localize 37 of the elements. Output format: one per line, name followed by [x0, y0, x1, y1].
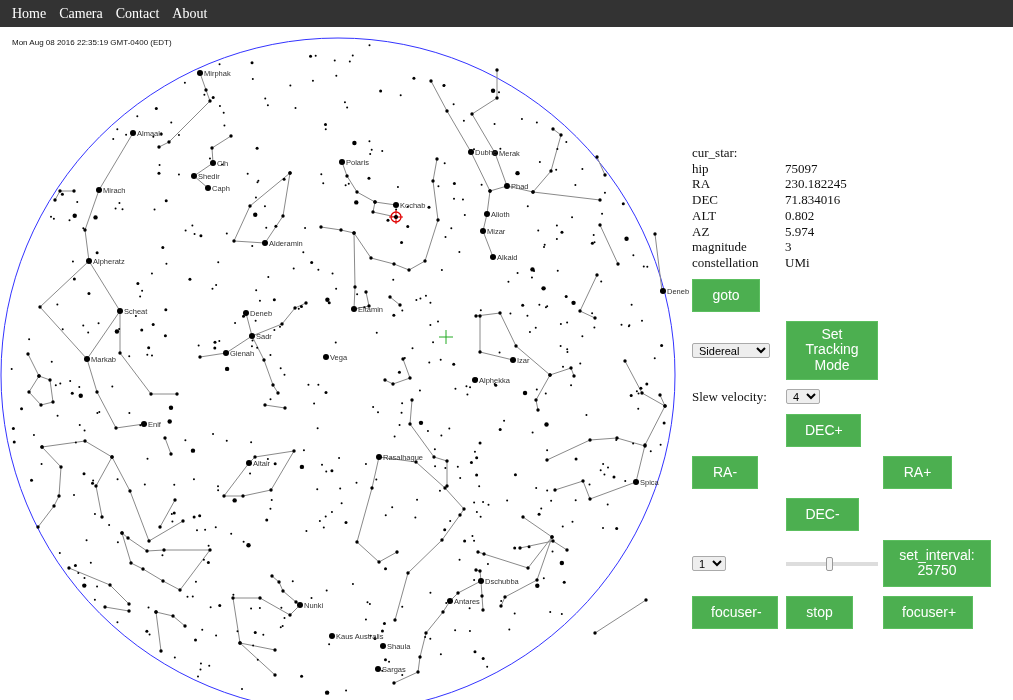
- info-value: 5.974: [785, 223, 816, 240]
- info-label: ALT: [692, 207, 718, 224]
- focus-step-select[interactable]: 1: [692, 555, 726, 571]
- info-heading: cur_star:: [692, 145, 739, 161]
- focuser-button[interactable]: focuser+: [883, 595, 973, 629]
- crosshair-icon: [438, 329, 454, 345]
- info-value: 3: [785, 239, 793, 255]
- info-label: DEC: [692, 192, 719, 208]
- ra-plus-button[interactable]: RA+: [883, 455, 952, 489]
- focuser-button[interactable]: focuser-: [692, 595, 778, 629]
- info-value: 230.182245: [785, 176, 848, 193]
- timestamp: Mon Aug 08 2016 22:35:19 GMT-0400 (EDT): [12, 38, 172, 47]
- set-interval-button[interactable]: set_interval: 25750: [883, 539, 991, 587]
- slider-thumb[interactable]: [826, 556, 834, 571]
- tracking-mode-select[interactable]: Sidereal: [692, 342, 770, 358]
- info-label: RA: [692, 176, 712, 193]
- slew-velocity-select[interactable]: 4: [786, 389, 820, 405]
- nav-link[interactable]: Home: [12, 5, 47, 22]
- info-label: AZ: [692, 223, 711, 240]
- dec-minus-button[interactable]: DEC-: [786, 497, 859, 531]
- ra-minus-button[interactable]: RA-: [692, 455, 758, 489]
- dec-plus-button[interactable]: DEC+: [786, 413, 861, 447]
- info-label: magnitude: [692, 239, 748, 255]
- goto-button[interactable]: goto: [692, 278, 760, 312]
- info-value: 71.834016: [785, 192, 842, 208]
- info-value: 0.802: [785, 207, 816, 224]
- target-reticle-icon: [388, 209, 404, 225]
- set-tracking-mode-button[interactable]: Set Tracking Mode: [786, 320, 878, 380]
- nav-link[interactable]: About: [172, 5, 208, 22]
- info-value: UMi: [785, 254, 811, 271]
- nav-link[interactable]: Contact: [115, 5, 160, 22]
- nav-link[interactable]: Camera: [59, 5, 103, 22]
- info-value: 75097: [785, 160, 819, 177]
- info-label: hip: [692, 160, 710, 177]
- slew-velocity-label: Slew velocity:: [692, 388, 768, 405]
- info-label: constellation: [692, 254, 760, 271]
- focuser-button[interactable]: stop: [786, 595, 853, 629]
